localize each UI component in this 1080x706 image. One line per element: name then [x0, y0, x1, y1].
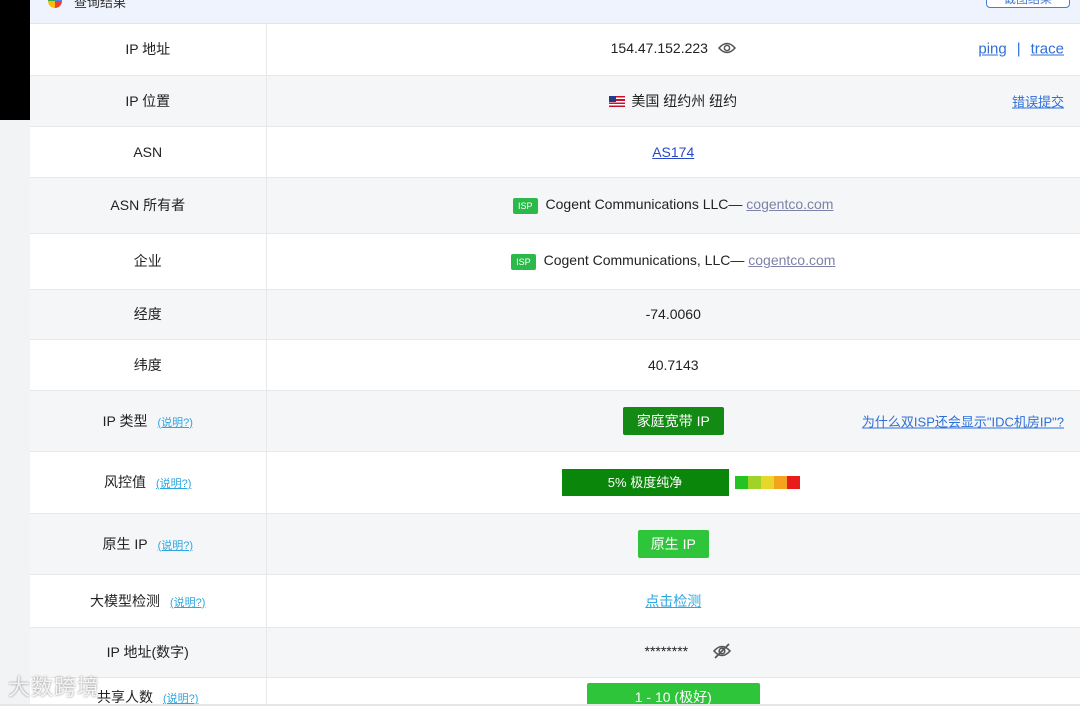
row-label-location: IP 位置 — [30, 75, 267, 127]
ip-numeric-value: ******** — [644, 642, 689, 659]
table-row: IP 地址 154.47.152.223 ping | trace — [30, 24, 1080, 76]
logo-icon — [48, 0, 62, 8]
watermark: 大数跨境 — [8, 675, 101, 700]
result-header: 查询结果 截图结果 — [30, 0, 1080, 24]
isp-badge: ISP — [511, 253, 536, 270]
llm-detect-link[interactable]: 点击检测 — [645, 593, 701, 609]
risk-scale-segment — [734, 475, 748, 489]
native-ip-badge: 原生 IP — [637, 529, 709, 558]
screenshot-button[interactable]: 截图结果 — [986, 0, 1070, 8]
table-row: 大模型检测 (说明?) 点击检测 — [30, 574, 1080, 628]
risk-score-bar: 5% 极度纯净 — [561, 468, 729, 496]
company-name: Cogent Communications, LLC— — [543, 252, 745, 269]
trace-link[interactable]: trace — [1031, 41, 1064, 58]
row-label-company: 企业 — [30, 233, 267, 290]
native-help-link[interactable]: (说明?) — [158, 540, 193, 552]
table-row: IP 类型 (说明?) 家庭宽带 IP 为什么双ISP还会显示"IDC机房IP"? — [30, 390, 1080, 452]
risk-scale-segment — [760, 475, 774, 489]
asn-link[interactable]: AS174 — [652, 144, 694, 160]
ip-address-value: 154.47.152.223 — [610, 40, 708, 57]
asn-owner-name: Cogent Communications LLC— — [545, 196, 743, 213]
risk-scale-segment — [747, 475, 761, 489]
row-label-longitude: 经度 — [30, 289, 267, 340]
row-label-native: 原生 IP — [102, 535, 148, 552]
header-title: 查询结果 — [74, 0, 127, 10]
risk-scale-segment — [786, 475, 800, 489]
risk-meter: 5% 极度纯净 — [561, 468, 800, 496]
table-row: 经度 -74.0060 — [30, 289, 1080, 340]
ip-info-table: IP 地址 154.47.152.223 ping | trace IP 位置 美国… — [30, 24, 1080, 706]
shared-users-badge: 1 - 10 (极好) — [586, 683, 760, 706]
risk-help-link[interactable]: (说明?) — [156, 478, 191, 490]
row-label-latitude: 纬度 — [30, 339, 267, 391]
table-row: 纬度 40.7143 — [30, 339, 1080, 391]
table-row: 原生 IP (说明?) 原生 IP — [30, 513, 1080, 575]
ip-type-badge: 家庭宽带 IP — [622, 406, 724, 435]
us-flag-icon — [609, 96, 626, 108]
risk-scale-segment — [773, 475, 787, 489]
company-domain-link[interactable]: cogentco.com — [748, 252, 835, 268]
eye-off-icon[interactable] — [712, 642, 732, 662]
row-label-asn-owner: ASN 所有者 — [30, 177, 267, 234]
left-gray-strip — [0, 120, 30, 706]
ping-link[interactable]: ping — [978, 41, 1006, 58]
error-report-link[interactable]: 错误提交 — [1012, 91, 1064, 110]
table-row: IP 地址(数字) ******** — [30, 627, 1080, 678]
row-label-ip: IP 地址 — [30, 24, 267, 76]
row-label-llm: 大模型检测 — [90, 592, 161, 609]
left-black-strip — [0, 0, 30, 120]
isp-badge: ISP — [513, 197, 538, 214]
table-row: ASN 所有者 ISP Cogent Communications LLC— co… — [30, 177, 1080, 234]
table-row: IP 位置 美国 纽约州 纽约 错误提交 — [30, 75, 1080, 127]
eye-icon[interactable] — [717, 41, 736, 58]
location-value: 美国 纽约州 纽约 — [631, 92, 738, 109]
dual-isp-question-link[interactable]: 为什么双ISP还会显示"IDC机房IP"? — [862, 411, 1064, 430]
row-label-risk: 风控值 — [104, 474, 147, 490]
link-separator: | — [1016, 40, 1021, 58]
latitude-value: 40.7143 — [266, 339, 1080, 391]
table-row: 企业 ISP Cogent Communications, LLC— cogent… — [30, 233, 1080, 290]
ping-trace-links: ping | trace — [978, 41, 1064, 58]
table-row: ASN AS174 — [30, 126, 1080, 178]
asn-owner-domain-link[interactable]: cogentco.com — [746, 196, 833, 212]
row-label-ip-type: IP 类型 — [102, 412, 148, 429]
row-label-shared: 共享人数 — [97, 689, 154, 705]
table-row: 共享人数 (说明?) 1 - 10 (极好) — [30, 677, 1080, 706]
llm-help-link[interactable]: (说明?) — [170, 597, 205, 609]
table-row: 风控值 (说明?) 5% 极度纯净 — [30, 451, 1080, 514]
row-label-asn: ASN — [30, 126, 267, 178]
longitude-value: -74.0060 — [266, 289, 1080, 340]
risk-scale — [734, 475, 800, 489]
ip-type-help-link[interactable]: (说明?) — [157, 417, 192, 429]
